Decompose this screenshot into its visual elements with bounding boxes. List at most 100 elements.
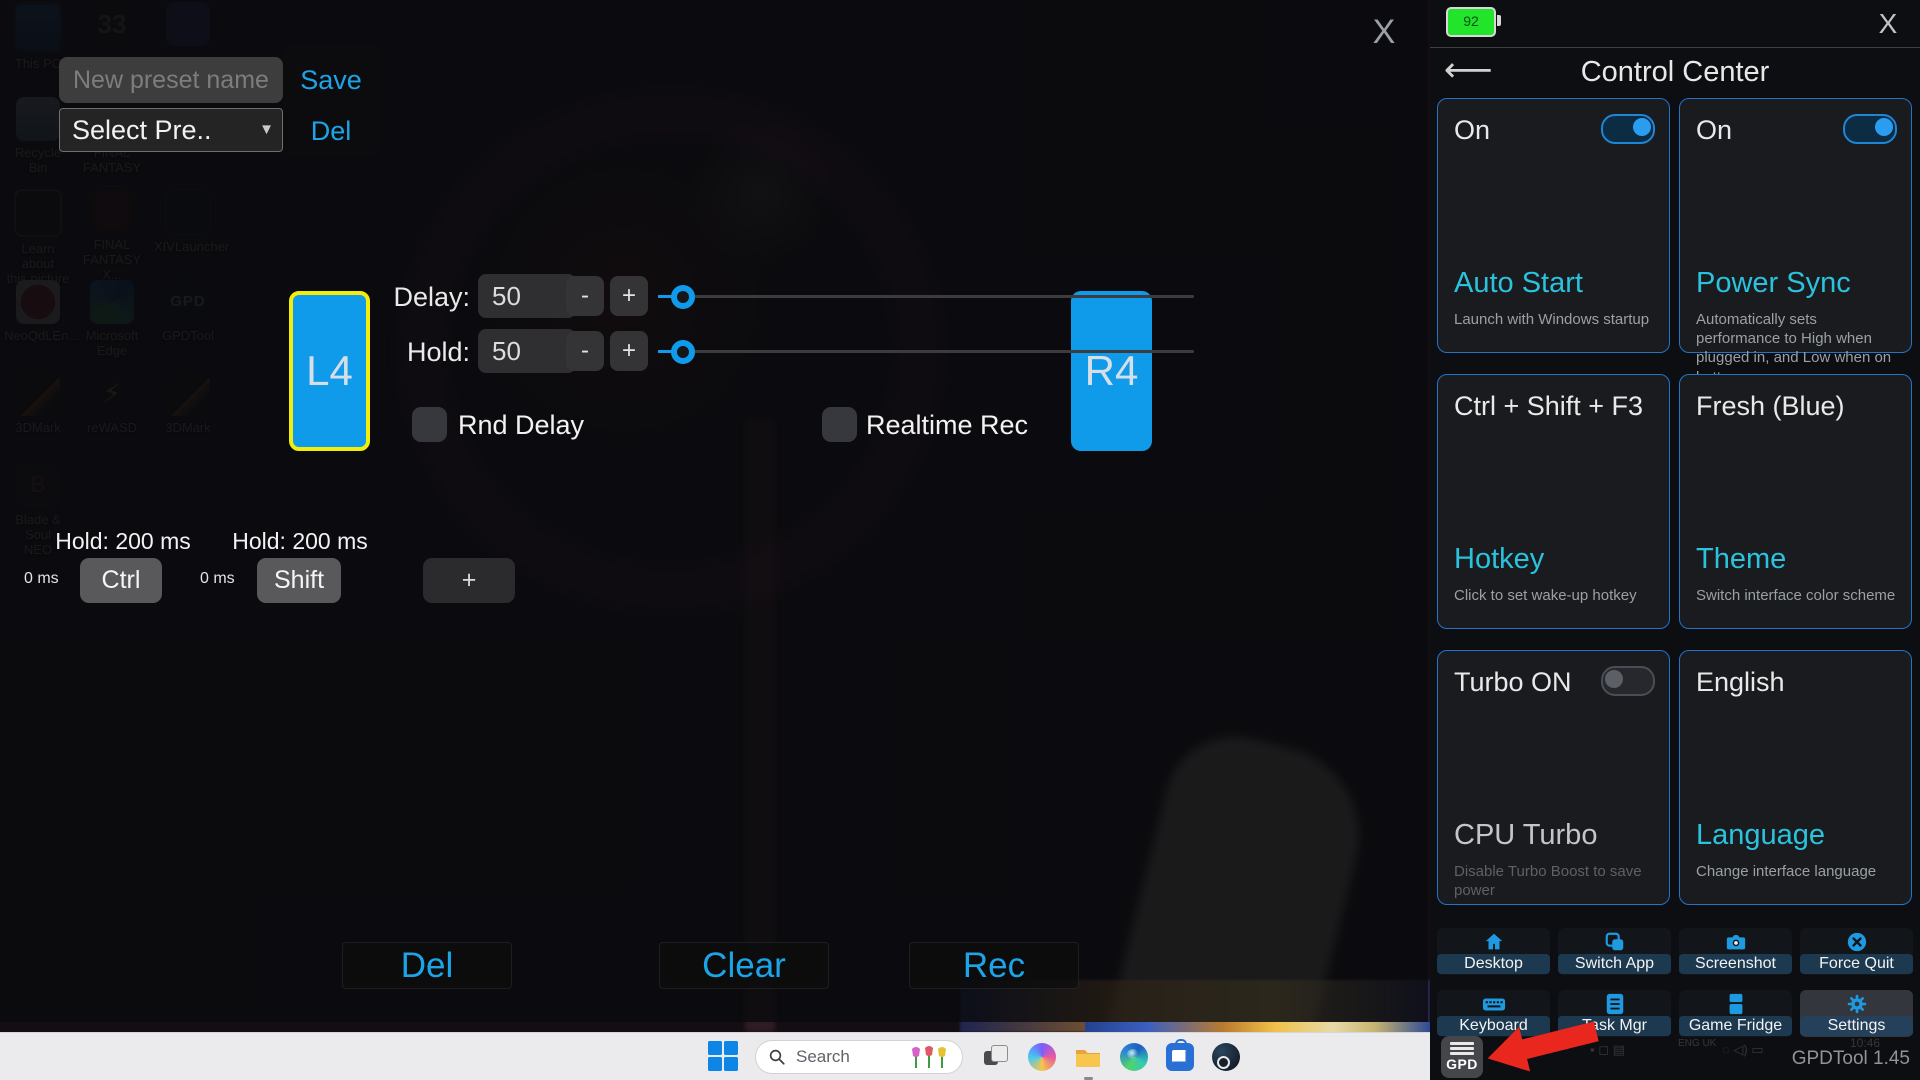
- edge-browser-button[interactable]: [1120, 1043, 1148, 1071]
- fridge-icon: [1728, 991, 1744, 1016]
- search-input[interactable]: [794, 1046, 908, 1068]
- delay-minus-button[interactable]: -: [566, 276, 604, 316]
- action-force-quit[interactable]: Force Quit: [1800, 928, 1913, 975]
- battery-indicator: 92: [1446, 7, 1496, 37]
- gear-icon: [1846, 991, 1868, 1016]
- key1-ctrl-button[interactable]: Ctrl: [80, 558, 162, 603]
- switch-app-icon: [1604, 929, 1626, 954]
- taskbar-search[interactable]: [755, 1040, 963, 1074]
- microsoft-store-button[interactable]: [1166, 1043, 1194, 1071]
- task-view-button[interactable]: [982, 1043, 1010, 1071]
- taskbar: [0, 1032, 1430, 1080]
- steam-button[interactable]: [1212, 1043, 1240, 1071]
- hold-label: Hold:: [380, 337, 470, 368]
- clear-macro-button[interactable]: Clear: [659, 942, 829, 989]
- hold-minus-button[interactable]: -: [566, 331, 604, 371]
- action-settings[interactable]: Settings: [1800, 990, 1913, 1037]
- card-title: Power Sync: [1696, 267, 1851, 300]
- home-icon: [1483, 929, 1505, 954]
- folder-icon: [1074, 1043, 1102, 1071]
- search-icon: [768, 1048, 786, 1066]
- rnd-delay-label: Rnd Delay: [458, 410, 584, 441]
- wallpaper-strip: [1085, 1022, 1430, 1032]
- hamburger-icon: [1450, 1042, 1474, 1057]
- card-hotkey[interactable]: Ctrl + Shift + F3 Hotkey Click to set wa…: [1437, 374, 1670, 629]
- record-macro-button[interactable]: Rec: [909, 942, 1079, 989]
- card-auto-start[interactable]: On Auto Start Launch with Windows startu…: [1437, 98, 1670, 353]
- delay-plus-button[interactable]: +: [610, 276, 648, 316]
- delete-preset-button[interactable]: Del: [288, 112, 374, 150]
- preset-select-dropdown[interactable]: Select Pre.. ▼: [59, 108, 283, 152]
- card-language[interactable]: English Language Change interface langua…: [1679, 650, 1912, 905]
- delay-slider-handle[interactable]: [671, 285, 695, 309]
- search-highlight-tulips-icon: [908, 1044, 952, 1070]
- power-sync-status: On: [1696, 115, 1732, 146]
- delete-macro-button[interactable]: Del: [342, 942, 512, 989]
- card-description: Switch interface color scheme: [1696, 586, 1901, 605]
- action-keyboard[interactable]: Keyboard: [1437, 990, 1550, 1037]
- language-value: English: [1696, 667, 1785, 698]
- card-title: Language: [1696, 819, 1825, 852]
- copilot-button[interactable]: [1028, 1043, 1056, 1071]
- auto-start-toggle[interactable]: [1601, 114, 1655, 144]
- page-title: Control Center: [1430, 56, 1920, 89]
- chevron-down-icon: ▼: [259, 109, 274, 151]
- action-switch-app[interactable]: Switch App: [1558, 928, 1671, 975]
- key2-delay-info: 0 ms: [200, 570, 235, 588]
- add-key-button[interactable]: +: [423, 558, 515, 603]
- hotkey-combo: Ctrl + Shift + F3: [1454, 391, 1643, 422]
- camera-icon: [1725, 929, 1747, 954]
- panel-close-button[interactable]: X: [1868, 4, 1908, 44]
- card-title: CPU Turbo: [1454, 819, 1597, 852]
- macro-editor-overlay: Save Select Pre.. ▼ Del X L4 R4 Delay: -…: [0, 0, 1428, 1022]
- control-center-panel: 92 X ⟵ Control Center On Auto Start Laun…: [1430, 0, 1920, 1080]
- card-theme[interactable]: Fresh (Blue) Theme Switch interface colo…: [1679, 374, 1912, 629]
- key1-delay-info: 0 ms: [24, 570, 59, 588]
- preset-name-input[interactable]: [59, 57, 283, 103]
- key-l4-button[interactable]: L4: [289, 291, 370, 451]
- task-manager-icon: [1605, 991, 1625, 1016]
- overlay-close-button[interactable]: X: [1362, 10, 1406, 54]
- realtime-rec-label: Realtime Rec: [866, 410, 1028, 441]
- key-r4-button[interactable]: R4: [1071, 291, 1152, 451]
- delay-label: Delay:: [380, 282, 470, 313]
- rnd-delay-checkbox[interactable]: [412, 407, 447, 442]
- hold-value-input[interactable]: [478, 329, 576, 373]
- screen: This PC 33 Recycle Bin FINAL FANTASY ...…: [0, 0, 1920, 1080]
- card-cpu-turbo[interactable]: Turbo ON CPU Turbo Disable Turbo Boost t…: [1437, 650, 1670, 905]
- key1-hold-info: Hold: 200 ms: [38, 528, 208, 555]
- save-preset-button[interactable]: Save: [288, 60, 374, 100]
- card-description: Change interface language: [1696, 862, 1901, 881]
- key2-shift-button[interactable]: Shift: [257, 558, 341, 603]
- card-title: Hotkey: [1454, 543, 1544, 576]
- card-description: Click to set wake-up hotkey: [1454, 586, 1659, 605]
- gpd-tray-icon[interactable]: GPD: [1441, 1036, 1483, 1078]
- hold-slider[interactable]: [658, 350, 1194, 353]
- tray-icons: ▪ ◻ ▤: [1590, 1042, 1625, 1058]
- action-desktop[interactable]: Desktop: [1437, 928, 1550, 975]
- keyboard-icon: [1482, 991, 1506, 1016]
- power-sync-toggle[interactable]: [1843, 114, 1897, 144]
- card-description: Disable Turbo Boost to save power: [1454, 862, 1659, 900]
- hold-slider-handle[interactable]: [671, 340, 695, 364]
- app-version-label: GPDTool 1.45: [1730, 1048, 1910, 1070]
- delay-value-input[interactable]: [478, 274, 576, 318]
- card-title: Auto Start: [1454, 267, 1583, 300]
- action-game-fridge[interactable]: Game Fridge: [1679, 990, 1792, 1037]
- divider: [1430, 47, 1920, 48]
- cpu-turbo-toggle[interactable]: [1601, 666, 1655, 696]
- start-button[interactable]: [708, 1041, 740, 1073]
- cpu-turbo-status: Turbo ON: [1454, 667, 1572, 698]
- card-power-sync[interactable]: On Power Sync Automatically sets perform…: [1679, 98, 1912, 353]
- action-screenshot[interactable]: Screenshot: [1679, 928, 1792, 975]
- key2-hold-info: Hold: 200 ms: [215, 528, 385, 555]
- hold-plus-button[interactable]: +: [610, 331, 648, 371]
- windows-logo-icon: [708, 1041, 722, 1055]
- force-quit-icon: [1846, 929, 1868, 954]
- card-title: Theme: [1696, 543, 1786, 576]
- delay-slider[interactable]: [658, 295, 1194, 298]
- file-explorer-button[interactable]: [1074, 1043, 1102, 1071]
- theme-value: Fresh (Blue): [1696, 391, 1845, 422]
- realtime-rec-checkbox[interactable]: [822, 407, 857, 442]
- preset-select-value: Select Pre..: [72, 115, 212, 145]
